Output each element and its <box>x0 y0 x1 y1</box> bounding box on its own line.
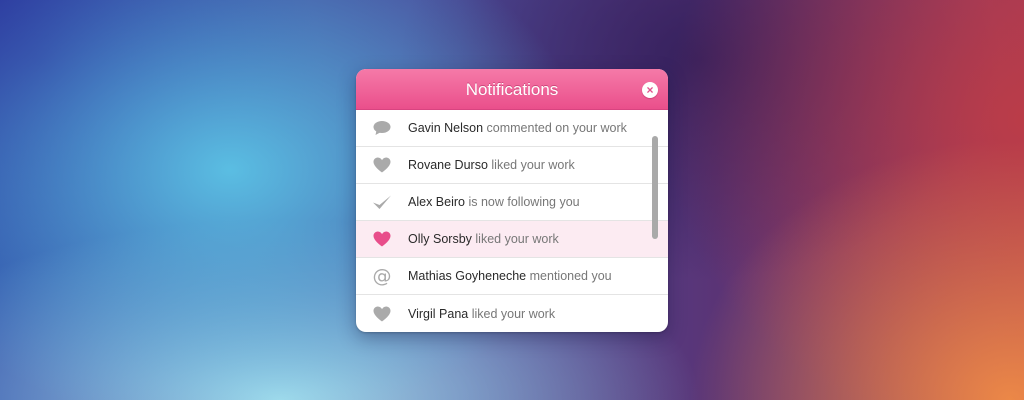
scrollbar-thumb[interactable] <box>652 136 658 239</box>
notification-text: Mathias Goyheneche mentioned you <box>408 269 612 283</box>
heart-icon <box>356 231 408 247</box>
notification-user: Olly Sorsby <box>408 232 472 246</box>
notification-item[interactable]: @ Mathias Goyheneche mentioned you <box>356 258 668 295</box>
at-sign-glyph: @ <box>372 264 392 287</box>
panel-header: Notifications × <box>356 69 668 110</box>
notification-user: Mathias Goyheneche <box>408 269 527 283</box>
notification-user: Gavin Nelson <box>408 121 484 135</box>
notification-action: mentioned you <box>529 269 612 283</box>
notification-user: Alex Beiro <box>408 195 465 209</box>
notifications-panel: Notifications × Gavin Nelson commented o… <box>356 69 668 332</box>
notification-item[interactable]: Virgil Pana liked your work <box>356 295 668 332</box>
heart-icon <box>356 306 408 322</box>
notification-item[interactable]: Alex Beiro is now following you <box>356 184 668 221</box>
notification-text: Alex Beiro is now following you <box>408 195 580 209</box>
notification-item-highlighted[interactable]: Olly Sorsby liked your work <box>356 221 668 258</box>
notification-action: commented on your work <box>486 121 627 135</box>
notification-action: liked your work <box>491 158 575 172</box>
notification-action: liked your work <box>475 232 559 246</box>
notification-text: Gavin Nelson commented on your work <box>408 121 627 135</box>
notification-item[interactable]: Gavin Nelson commented on your work <box>356 110 668 147</box>
checkmark-icon <box>356 194 408 210</box>
notification-action: liked your work <box>471 306 556 321</box>
notification-action: is now following you <box>468 195 580 209</box>
close-button[interactable]: × <box>642 82 658 98</box>
comment-icon <box>356 120 408 136</box>
notification-item[interactable]: Rovane Durso liked your work <box>356 147 668 184</box>
heart-icon <box>356 157 408 173</box>
notification-text: Rovane Durso liked your work <box>408 158 575 172</box>
at-sign-icon: @ <box>356 264 408 287</box>
notification-text: Virgil Pana liked your work <box>408 307 555 321</box>
notification-list: Gavin Nelson commented on your work Rova… <box>356 110 668 332</box>
notification-text: Olly Sorsby liked your work <box>408 232 559 246</box>
panel-title: Notifications <box>465 80 559 99</box>
notification-user: Rovane Durso <box>408 158 488 172</box>
notification-user: Virgil Pana <box>408 306 469 321</box>
